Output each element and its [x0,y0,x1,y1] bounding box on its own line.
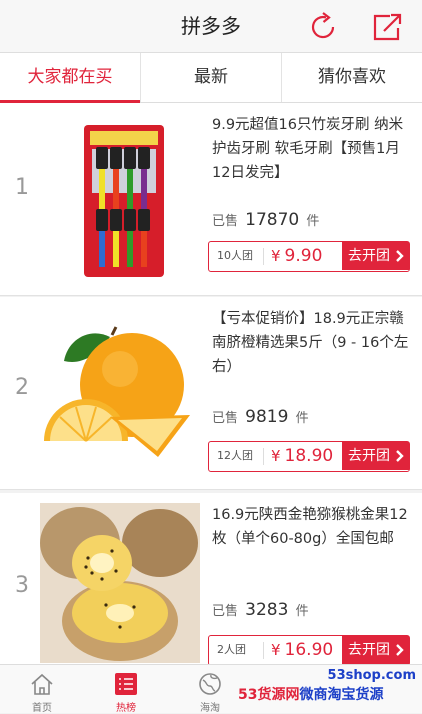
sold-suffix: 件 [306,214,320,229]
list-item[interactable]: 2 【亏本促销价】18.9元正宗赣南脐橙精选果5斤（9 - 16个左右） 已售 … [0,297,422,490]
watermark-url: 53shop.com [327,668,416,683]
sold-count: 已售 9819 件 [212,407,309,427]
product-image-orange[interactable] [40,307,200,479]
tab-everyone-buying[interactable]: 大家都在买 [0,53,141,103]
rank-number: 3 [15,573,29,598]
start-group-label: 去开团 [348,642,390,658]
sold-number: 17870 [245,210,300,230]
start-group-button[interactable]: 去开团 [342,442,409,470]
currency-symbol: ¥ [271,247,281,265]
chevron-right-icon [396,250,404,262]
share-icon[interactable] [370,10,404,44]
currency-symbol: ¥ [271,447,281,465]
start-group-button[interactable]: 去开团 [342,636,409,664]
price-value: 18.90 [284,446,334,466]
product-image-kiwi[interactable] [40,503,200,663]
sold-prefix: 已售 [212,214,239,229]
product-title[interactable]: 【亏本促销价】18.9元正宗赣南脐橙精选果5斤（9 - 16个左右） [212,307,410,379]
group-buy-bar: 2人团 ¥16.90 去开团 [208,635,410,666]
chevron-right-icon [396,450,404,462]
sold-suffix: 件 [295,411,309,426]
sold-number: 9819 [245,407,289,427]
start-group-button[interactable]: 去开团 [342,242,409,270]
app-header: 拼多多 [0,0,422,53]
hot-list-icon [115,673,137,695]
rank-number: 1 [15,175,29,200]
chevron-right-icon [396,644,404,656]
watermark-brand: 53货源网 [238,687,300,703]
price: ¥16.90 [271,636,333,664]
price-value: 9.90 [284,246,323,266]
group-size: 10人团 [217,249,253,262]
product-image-toothbrush[interactable] [40,113,200,285]
sold-prefix: 已售 [212,604,239,619]
tab-recommended[interactable]: 猜你喜欢 [282,53,422,102]
divider [263,448,264,465]
currency-symbol: ¥ [271,641,281,659]
divider [263,642,264,659]
rank-number: 2 [15,375,29,400]
tabbar-item-home[interactable]: 首页 [0,665,84,714]
sold-count: 已售 3283 件 [212,600,309,620]
group-buy-bar: 10人团 ¥9.90 去开团 [208,241,410,272]
start-group-label: 去开团 [348,248,390,264]
sold-suffix: 件 [295,604,309,619]
product-title[interactable]: 9.9元超值16只竹炭牙刷 纳米护齿牙刷 软毛牙刷【预售1月12日发完】 [212,113,410,185]
refresh-icon[interactable] [306,10,340,44]
sold-prefix: 已售 [212,411,239,426]
watermark: 53shop.com 53货源网微商淘宝货源 [238,668,422,712]
page-title: 拼多多 [181,14,241,38]
watermark-slogan: 微商淘宝货源 [299,687,384,703]
group-size: 12人团 [217,449,253,462]
divider [263,248,264,265]
group-buy-bar: 12人团 ¥18.90 去开团 [208,441,410,472]
price: ¥18.90 [271,442,333,470]
list-item[interactable]: 3 16.9元陕西金艳猕猴桃金果12枚（单个60-80g）全国包邮 已售 328… [0,493,422,666]
sold-number: 3283 [245,600,289,620]
globe-icon [199,673,221,695]
tab-bar: 大家都在买 最新 猜你喜欢 [0,53,422,103]
tabbar-item-hot-list[interactable]: 热榜 [84,665,168,714]
product-title[interactable]: 16.9元陕西金艳猕猴桃金果12枚（单个60-80g）全国包邮 [212,503,410,551]
sold-count: 已售 17870 件 [212,210,319,230]
group-size: 2人团 [217,643,246,656]
start-group-label: 去开团 [348,448,390,464]
tab-latest[interactable]: 最新 [141,53,282,102]
price: ¥9.90 [271,242,322,270]
price-value: 16.90 [284,640,334,660]
home-icon [31,673,53,695]
watermark-text: 53货源网微商淘宝货源 [238,684,383,704]
list-item[interactable]: 1 9.9元超值16只竹炭牙刷 纳米护齿牙刷 软毛牙刷【预售1月12日发完】 已… [0,103,422,296]
